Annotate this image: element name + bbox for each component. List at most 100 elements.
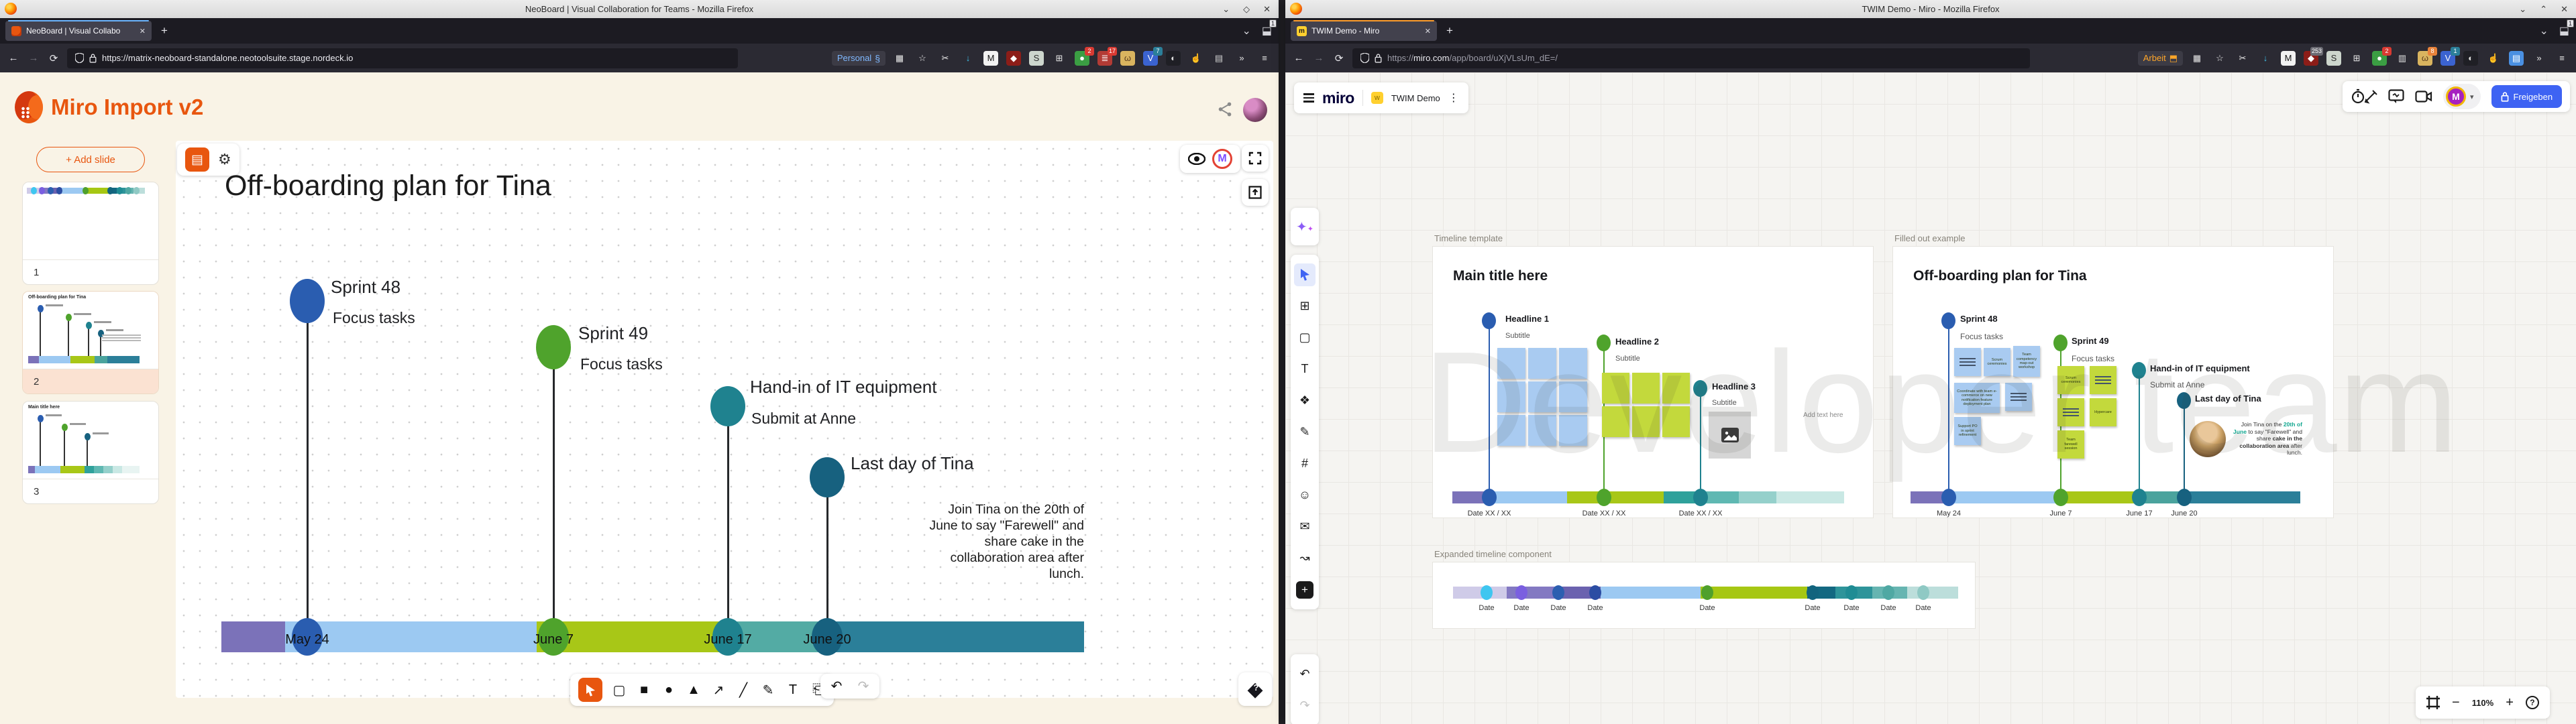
tracking-shield-icon[interactable] <box>1360 53 1369 63</box>
settings-gear-icon[interactable]: ⚙ <box>218 151 231 168</box>
milestone-title[interactable]: Sprint 48 <box>331 277 400 298</box>
frame-filled-example[interactable]: Filled out example Off-boarding plan for… <box>1893 247 2333 518</box>
tabby-cat-icon[interactable]: ω <box>1120 51 1135 66</box>
timeline-date-label[interactable]: Date XX / XX <box>1582 509 1626 518</box>
timeline-date-label[interactable]: Date <box>1699 604 1715 612</box>
shield-addon-icon[interactable]: ◆ <box>1006 51 1021 66</box>
example-dot-lastday[interactable] <box>2177 392 2191 409</box>
milestone-dot-sprint49[interactable] <box>536 325 571 369</box>
timeline-date-label[interactable]: June 20 <box>2171 509 2197 518</box>
farewell-note[interactable]: Join Tina on the 20th of June to say "Fa… <box>918 501 1084 582</box>
subtitle-1[interactable]: Subtitle <box>1505 332 1530 340</box>
extensions-grid-icon[interactable]: ▦ <box>892 51 907 66</box>
template-dot-3[interactable] <box>1693 380 1707 397</box>
back-button[interactable]: ← <box>1292 52 1305 64</box>
sticky-note[interactable] <box>1528 348 1556 379</box>
window-titlebar[interactable]: TWIM Demo - Miro - Mozilla Firefox ⌄ ⌃ ✕ <box>1285 0 2576 18</box>
dark-reader-icon[interactable]: ◐ <box>1166 51 1181 66</box>
reload-button[interactable]: ⟳ <box>1332 52 1346 64</box>
board-menu-kebab-icon[interactable]: ⋮ <box>1448 91 1459 105</box>
bookmark-star-icon[interactable]: ☆ <box>2212 51 2227 66</box>
milestone-title[interactable]: Sprint 49 <box>578 323 648 344</box>
sticky-note[interactable] <box>1632 406 1660 437</box>
timeline-bar-dot[interactable] <box>2177 489 2192 506</box>
comment-tool[interactable]: ✉ <box>1293 511 1317 542</box>
screenshot-scissors-icon[interactable]: ✂ <box>2235 51 2250 66</box>
slide-thumbnail-3[interactable]: Main title here 3 <box>22 401 159 504</box>
timeline-date-label[interactable]: May 24 <box>1937 509 1961 518</box>
tab-counter-icon[interactable]: ⬓1 <box>1262 24 1272 38</box>
stylus-s-icon[interactable]: S <box>2326 51 2341 66</box>
add-text-placeholder[interactable]: Add text here <box>1803 412 1843 419</box>
slide-thumbnail-2[interactable]: Off-boarding plan for Tina 2 <box>22 291 159 394</box>
timeline-bar-dot[interactable] <box>2132 489 2147 506</box>
sticky-note[interactable] <box>1602 406 1629 437</box>
ellipse-tool[interactable]: ● <box>661 682 677 698</box>
sticky-note[interactable]: Scrum ceremonies <box>1984 348 2010 376</box>
fullscreen-button[interactable] <box>1242 145 1269 172</box>
tab-overflow-chevron-icon[interactable]: ⌄ <box>1242 24 1250 38</box>
arrow-tool[interactable]: ↗ <box>710 682 727 699</box>
select-tool[interactable] <box>578 678 602 702</box>
miro-board-canvas[interactable]: Developer team miro w TWIM Demo ⋮ M ▾ <box>1285 72 2576 724</box>
headline-3[interactable]: Headline 3 <box>1712 381 1756 391</box>
milestone-title[interactable]: Hand-in of IT equipment <box>2150 363 2250 373</box>
sticky-note[interactable] <box>1954 348 1981 376</box>
notes-page-icon[interactable]: ▤ <box>1212 51 1226 66</box>
shield-addon-icon[interactable]: ◆253 <box>2304 51 2318 66</box>
sticky-note[interactable] <box>1528 415 1556 446</box>
add-more-tool[interactable]: + <box>1293 574 1317 605</box>
timeline-date-label[interactable]: Date <box>1805 604 1820 612</box>
milestone-title[interactable]: Sprint 49 <box>2072 336 2109 346</box>
user-avatar[interactable] <box>1243 98 1267 122</box>
sticky-note[interactable] <box>1632 373 1660 404</box>
new-tab-button[interactable]: + <box>1446 24 1453 38</box>
sticky-note[interactable]: Team competency map-out workshop <box>2013 346 2040 377</box>
frame-label[interactable]: Filled out example <box>1894 233 1966 243</box>
export-button[interactable] <box>1242 179 1269 206</box>
frame-title[interactable]: Main title here <box>1453 268 1548 284</box>
slide-overview-button[interactable]: ▤ <box>185 147 209 172</box>
minimize-button[interactable]: ⌄ <box>1222 4 1230 15</box>
addon-grid-plus-icon[interactable]: ⊞ <box>2349 51 2364 66</box>
pen-tool[interactable]: ✎ <box>760 682 776 699</box>
timeline-date-label[interactable]: Date <box>1880 604 1896 612</box>
share-icon[interactable] <box>1216 101 1234 118</box>
text-tool[interactable]: T <box>785 682 801 698</box>
toolbar-overflow-icon[interactable]: » <box>2532 51 2546 66</box>
url-text[interactable]: https://matrix-neoboard-standalone.neoto… <box>102 53 353 63</box>
presence-avatar[interactable]: M <box>1212 149 1232 169</box>
vimium-v-icon[interactable]: V1 <box>2440 51 2455 66</box>
milestone-subtitle[interactable]: Submit at Anne <box>2150 380 2204 389</box>
minimize-button[interactable]: ⌄ <box>2519 4 2526 15</box>
milestone-dot-handin[interactable] <box>710 386 745 426</box>
add-slide-button[interactable]: + Add slide <box>36 147 145 172</box>
fit-to-frame-icon[interactable] <box>2426 696 2440 709</box>
milestone-subtitle[interactable]: Focus tasks <box>2072 354 2114 363</box>
app-menu-icon[interactable]: ≡ <box>2555 51 2569 66</box>
tab-close-icon[interactable]: ✕ <box>140 27 146 36</box>
pen-tool[interactable]: ✎ <box>1293 416 1317 448</box>
template-timeline-bar[interactable] <box>1452 491 1844 503</box>
board-name[interactable]: TWIM Demo <box>1391 93 1440 103</box>
timeline-date-label[interactable]: Date <box>1915 604 1931 612</box>
forward-button[interactable]: → <box>1312 52 1326 64</box>
example-dot-handin[interactable] <box>2132 362 2146 379</box>
sticky-note[interactable] <box>1662 406 1690 437</box>
image-placeholder[interactable] <box>1709 412 1751 459</box>
timeline-bar[interactable] <box>221 621 1084 652</box>
url-bar[interactable]: https://matrix-neoboard-standalone.neoto… <box>67 48 738 68</box>
timeline-date-label[interactable]: June 7 <box>2049 509 2072 518</box>
notes-page-icon[interactable]: ▤ <box>2509 51 2524 66</box>
toolbar-overflow-icon[interactable]: » <box>1234 51 1249 66</box>
triangle-tool[interactable]: ▲ <box>686 682 702 698</box>
example-dot-sprint48[interactable] <box>1941 312 1955 329</box>
milestone-subtitle[interactable]: Focus tasks <box>580 355 663 373</box>
download-helper-icon[interactable]: ↓ <box>961 51 975 66</box>
vimium-v-icon[interactable]: V7 <box>1143 51 1158 66</box>
timeline-bar-dot[interactable] <box>1693 489 1708 506</box>
zoom-out-button[interactable]: − <box>2452 695 2460 711</box>
frame-label[interactable]: Expanded timeline component <box>1434 549 1552 559</box>
timeline-date-label[interactable]: Date XX / XX <box>1679 509 1723 518</box>
undo-button[interactable]: ↶ <box>1293 658 1317 690</box>
